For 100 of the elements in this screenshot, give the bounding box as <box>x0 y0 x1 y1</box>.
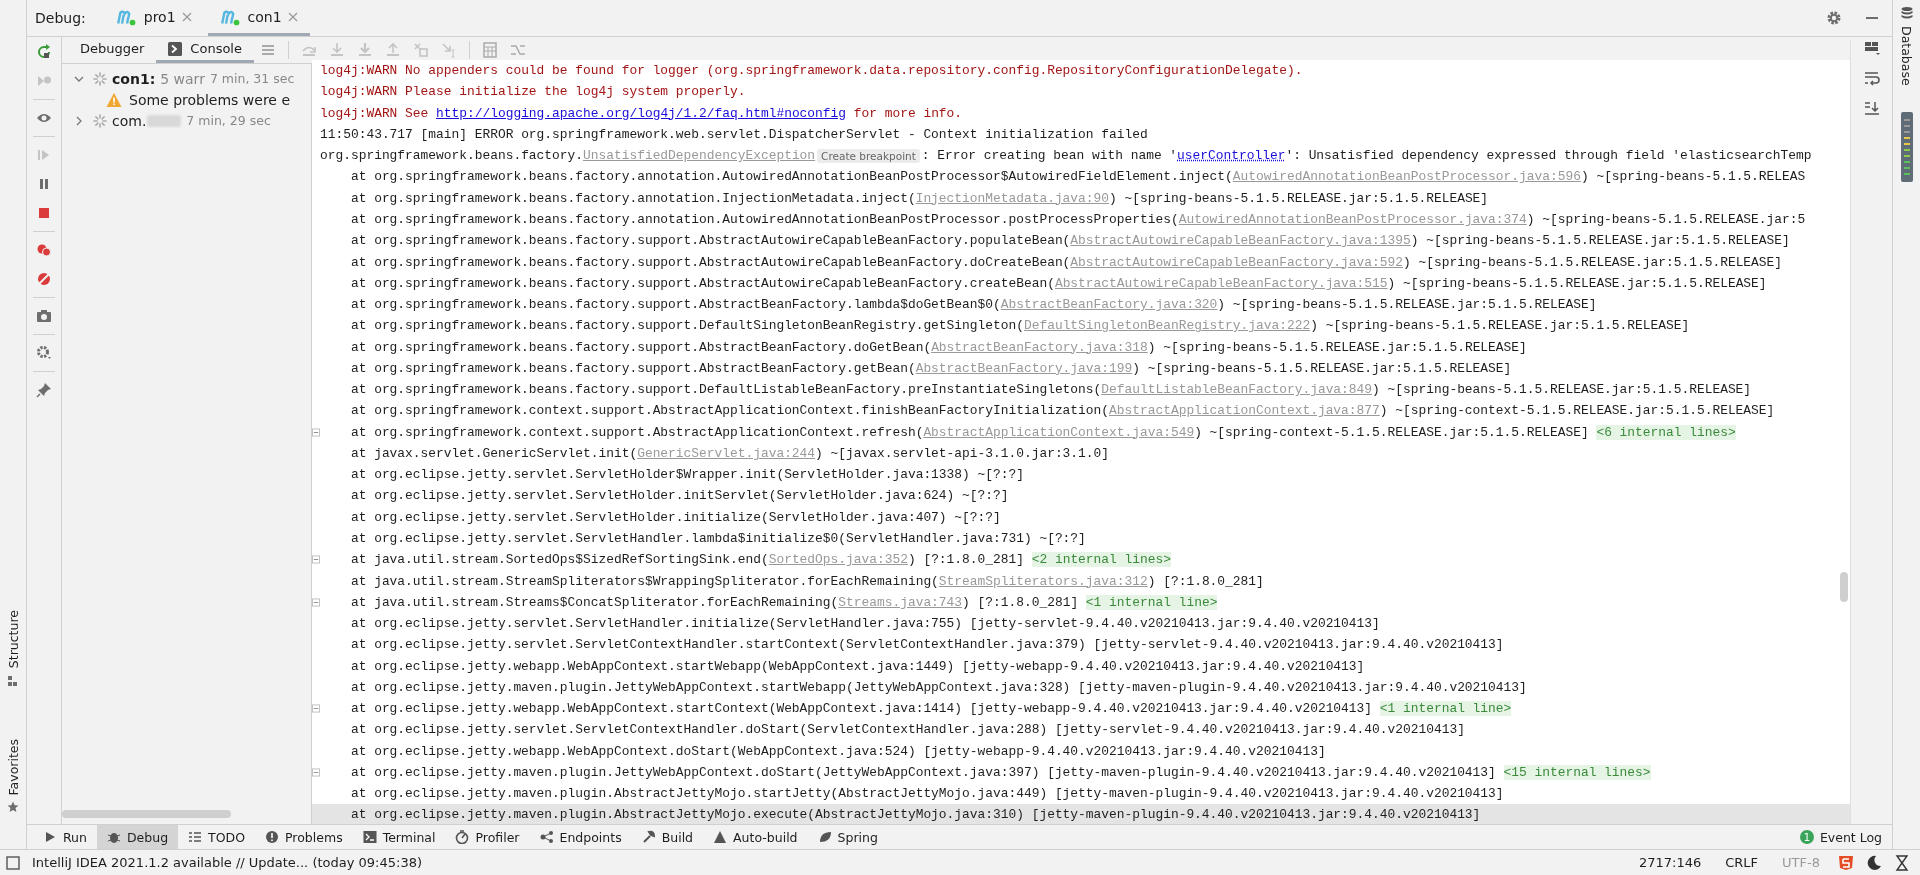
fold-marker-icon[interactable] <box>312 704 320 714</box>
log-text: ) [?:1.8.0_281] <box>1147 573 1264 589</box>
log-text: at org.eclipse.jetty.maven.plugin.JettyWebAppContext.startWebapp(JettyWebAppContext.java:328) [jetty-maven-plugin-9.4.40.v20210413.jar:9.4.40.v20210413] <box>350 679 1527 695</box>
fold-marker-icon[interactable] <box>312 767 320 777</box>
event-log-button[interactable]: 1 Event Log <box>1789 825 1892 849</box>
warning-icon <box>106 91 122 108</box>
star-icon[interactable] <box>7 801 19 813</box>
warning-count: 5 warr <box>160 70 205 87</box>
tool-window-button[interactable]: Build <box>631 825 704 849</box>
log-text: at org.eclipse.jetty.maven.plugin.JettyWebAppContext.doStart(JettyWebAppContext.java:397) [jetty-maven-plugin-9.4.40.v20210413.jar:9.4.40.v20210413] <box>350 764 1496 780</box>
log-text: at org.eclipse.jetty.maven.plugin.AbstractJettyMojo.execute(AbstractJettyMojo.java:310) [jetty-maven-plugin-9.4.40.v20210413.jar:9.4.40.v20210413] <box>350 807 1481 823</box>
settings-icon[interactable] <box>1826 10 1842 26</box>
database-tab[interactable]: Database <box>1899 26 1914 86</box>
log-text: at org.springframework.beans.factory.support.DefaultListableBeanFactory.preInstantiateSingletons( <box>350 382 1102 398</box>
log-text: at org.eclipse.jetty.servlet.ServletHolder.initServlet(ServletHolder.java:624) ~[?:?] <box>350 488 1009 504</box>
caret-position[interactable]: 2717:146 <box>1632 855 1708 870</box>
terminal-icon <box>362 830 377 844</box>
fold-marker-icon[interactable] <box>312 597 320 607</box>
tool-window-button[interactable]: Problems <box>255 825 353 849</box>
tool-window-button[interactable]: Run <box>33 825 97 849</box>
fold-marker-icon[interactable] <box>312 427 320 437</box>
hourglass-icon[interactable] <box>1894 854 1910 871</box>
soft-wrap-icon[interactable] <box>1863 70 1880 86</box>
horizontal-scrollbar[interactable] <box>62 810 231 818</box>
log-text: at org.eclipse.jetty.webapp.WebAppContext.startWebapp(WebAppContext.java:1449) [jetty-webapp-9.4.40.v20210413.jar:9.4.40.v20210413] <box>350 658 1365 674</box>
close-icon[interactable] <box>181 11 192 22</box>
trace-icon[interactable] <box>509 42 526 58</box>
settings-icon[interactable] <box>36 345 52 361</box>
log-text: at javax.servlet.GenericServlet.init( <box>350 445 638 461</box>
session-name[interactable]: com. <box>112 112 147 129</box>
profiler-icon <box>455 830 470 844</box>
log-text: at org.springframework.beans.factory.support.DefaultSingletonBeanRegistry.getSingleton( <box>350 318 1024 334</box>
plugin-s-icon[interactable] <box>1838 854 1854 871</box>
redacted-text-mark <box>147 114 182 127</box>
scrollbar-thumb[interactable] <box>1840 572 1848 602</box>
log-text: at org.springframework.beans.factory.support.AbstractAutowireCapableBeanFactory.populateBean( <box>350 233 1071 249</box>
fold-marker-icon[interactable] <box>312 555 320 565</box>
tool-window-button[interactable]: TODO <box>178 825 256 849</box>
session-name[interactable]: con1: <box>112 70 156 87</box>
problem-message[interactable]: Some problems were e <box>129 91 290 108</box>
calculator-icon[interactable] <box>481 42 498 58</box>
tool-window-button[interactable]: Debug <box>96 825 179 849</box>
close-icon[interactable] <box>287 11 298 22</box>
session-tab[interactable]: pro1 <box>103 0 204 36</box>
console-icon <box>168 41 183 56</box>
update-message[interactable]: IntelliJ IDEA 2021.1.2 available // Update... (today 09:45:38) <box>32 855 422 870</box>
tool-window-button[interactable]: Endpoints <box>529 825 632 849</box>
spring-icon <box>817 830 832 844</box>
spinner-icon <box>93 71 107 86</box>
layout-toggle-icon[interactable] <box>6 855 20 870</box>
log-text: ) ~[spring-beans-5.1.5.RELEASE.jar:5.1.5.RELEASE] <box>1310 318 1690 334</box>
folded-lines-badge[interactable]: <6 internal lines> <box>1596 424 1736 440</box>
log-text: at org.eclipse.jetty.servlet.ServletHolder$Wrapper.init(ServletHolder.java:1338) ~[?:?] <box>350 467 1024 483</box>
bean-name-link[interactable]: userController <box>1177 148 1286 164</box>
tool-window-button[interactable]: Spring <box>807 825 888 849</box>
layout-icon[interactable] <box>1863 40 1880 56</box>
folded-lines-badge[interactable]: <1 internal line> <box>1085 594 1218 610</box>
create-breakpoint-hint[interactable]: Create breakpoint <box>817 148 920 163</box>
tool-window-button[interactable]: Auto-build <box>703 825 808 849</box>
folded-lines-badge[interactable]: <1 internal line> <box>1379 701 1512 717</box>
log-text: at org.springframework.beans.factory.annotation.InjectionMetadata.inject( <box>350 190 916 206</box>
notification-count: 1 <box>1799 830 1814 844</box>
log-text: at org.springframework.beans.factory.support.AbstractAutowireCapableBeanFactory.doCreateBean( <box>350 254 1071 270</box>
log-text: at java.util.stream.Streams$ConcatSpliterator.forEachRemaining( <box>350 594 839 610</box>
log-text: at org.springframework.beans.factory.annotation.AutowiredAnnotationBeanPostProcessor.postProcessProperties( <box>350 212 1179 227</box>
breakpoints-icon[interactable] <box>36 242 52 258</box>
view-tab[interactable]: Debugger <box>68 37 157 63</box>
rerun-icon[interactable] <box>36 44 52 60</box>
structure-icon[interactable] <box>7 674 19 687</box>
log-text: ) ~[spring-beans-5.1.5.RELEASE.jar:5.1.5.RELEASE] <box>1217 297 1597 313</box>
folded-lines-badge[interactable]: <15 internal lines> <box>1503 764 1651 780</box>
log-text: ) ~[spring-beans-5.1.5.RELEAS <box>1580 169 1806 185</box>
folded-lines-badge[interactable]: <2 internal lines> <box>1031 552 1171 568</box>
log-text: 11:50:43.717 [main] ERROR org.springframework.web.servlet.DispatcherServlet - Context initialization failed <box>320 126 1148 142</box>
log-text: ) ~[javax.servlet-api-3.1.0.jar:3.1.0] <box>815 445 1110 461</box>
log-text: at org.eclipse.jetty.maven.plugin.AbstractJettyMojo.startJetty(AbstractJettyMojo.java:449) [jetty-maven-plugin-9.4.40.v20210413.jar:9.4.40.v20210413] <box>350 786 1504 802</box>
structure-tab[interactable]: Structure <box>5 610 21 669</box>
expand-chevron-icon[interactable] <box>74 115 84 126</box>
spinner-icon <box>93 113 107 128</box>
line-separator[interactable]: CRLF <box>1719 855 1765 870</box>
url-link[interactable]: http://logging.apache.org/log4j/1.2/faq.html#noconfig <box>436 105 847 121</box>
database-icon[interactable] <box>1899 6 1914 20</box>
moon-icon[interactable] <box>1866 854 1882 871</box>
tool-window-button[interactable]: Profiler <box>445 825 530 849</box>
camera-icon[interactable] <box>36 308 52 324</box>
menu-icon[interactable] <box>259 42 276 58</box>
pin-icon[interactable] <box>36 382 52 398</box>
problems-icon <box>265 830 280 844</box>
tool-window-button[interactable]: Terminal <box>352 825 446 849</box>
favorites-tab[interactable]: Favorites <box>5 738 21 795</box>
log-text: : Error creating bean with name ' <box>921 148 1178 164</box>
session-tab[interactable]: con1 <box>207 0 310 36</box>
log-text: for more info. <box>852 105 963 121</box>
log-text: at org.springframework.beans.factory.support.AbstractBeanFactory.getBean( <box>350 360 916 376</box>
log-text: ) ~[spring-beans-5.1.5.RELEASE.jar:5 <box>1526 212 1806 227</box>
scroll-to-end-icon[interactable] <box>1863 100 1880 116</box>
log-text: ) ~[spring-beans-5.1.5.RELEASE.jar:5.1.5.RELEASE] <box>1410 233 1790 249</box>
log-text: ) ~[spring-context-5.1.5.RELEASE.jar:5.1.5.RELEASE] <box>1379 403 1775 419</box>
mute-breakpoints-icon[interactable] <box>36 271 52 287</box>
stop-icon[interactable] <box>36 205 52 221</box>
